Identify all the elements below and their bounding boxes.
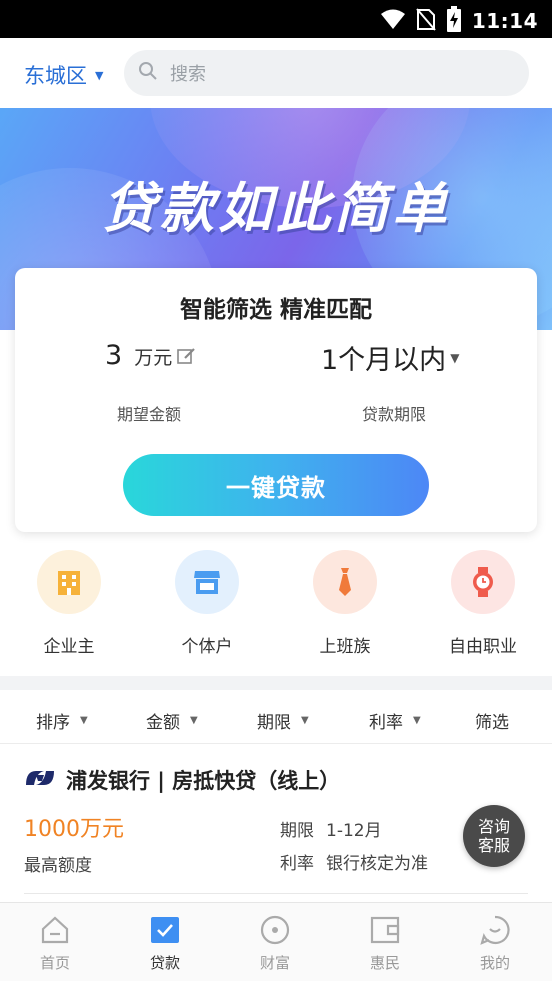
term-key: 期限 bbox=[280, 821, 314, 841]
status-bar: 11:14 bbox=[0, 0, 552, 38]
wifi-icon bbox=[380, 8, 406, 34]
nav-label: 惠民 bbox=[369, 954, 400, 972]
category-business-owner[interactable]: 企业主 bbox=[0, 550, 138, 657]
product-name: 浦发银行 | 房抵快贷（线上） bbox=[66, 769, 341, 793]
loan-check-icon bbox=[110, 913, 220, 947]
nav-home[interactable]: 首页 bbox=[0, 913, 110, 973]
caret-down-icon: ▼ bbox=[95, 68, 104, 82]
category-freelancer[interactable]: 自由职业 bbox=[414, 550, 552, 657]
home-icon bbox=[0, 913, 110, 947]
product-amount-label: 最高额度 bbox=[24, 856, 92, 876]
list-divider bbox=[24, 893, 528, 894]
amount-unit: 万元 bbox=[134, 347, 173, 369]
status-time: 11:14 bbox=[471, 9, 538, 33]
tie-icon bbox=[313, 550, 377, 614]
filter-term[interactable]: 期限 ▼ bbox=[257, 708, 309, 733]
category-label: 上班族 bbox=[319, 637, 371, 657]
product-max-amount: 1000万元 bbox=[24, 817, 124, 842]
no-sim-icon bbox=[416, 7, 436, 35]
filter-rate[interactable]: 利率 ▼ bbox=[369, 708, 421, 733]
one-click-loan-button[interactable]: 一键贷款 bbox=[123, 454, 429, 516]
filter-label: 筛选 bbox=[475, 713, 509, 733]
city-label: 东城区 bbox=[24, 64, 87, 88]
filter-label: 利率 bbox=[369, 713, 403, 733]
rate-value: 银行核定为准 bbox=[326, 854, 428, 874]
caret-down-icon: ▼ bbox=[413, 715, 421, 726]
category-office-worker[interactable]: 上班族 bbox=[276, 550, 414, 657]
caret-down-icon: ▼ bbox=[450, 350, 460, 365]
watch-icon bbox=[451, 550, 515, 614]
shop-icon bbox=[175, 550, 239, 614]
banner-title: 贷款如此简单 bbox=[102, 177, 450, 240]
customer-service-button[interactable]: 咨询 客服 bbox=[463, 805, 525, 867]
nav-label: 首页 bbox=[39, 954, 70, 972]
filter-label: 排序 bbox=[36, 713, 70, 733]
bottom-nav: 首页 贷款 财富 惠民 我的 bbox=[0, 902, 552, 981]
consult-line2: 客服 bbox=[477, 836, 510, 855]
profile-icon bbox=[440, 913, 550, 947]
rate-key: 利率 bbox=[280, 854, 314, 874]
nav-label: 我的 bbox=[479, 954, 510, 972]
card-title: 智能筛选 精准匹配 bbox=[179, 297, 372, 323]
product-term: 期限 1-12月 bbox=[280, 816, 382, 841]
category-label: 企业主 bbox=[43, 637, 95, 657]
category-label: 个体户 bbox=[181, 637, 233, 657]
term-value: 1-12月 bbox=[326, 821, 382, 841]
product-title: 浦发银行 | 房抵快贷（线上） bbox=[24, 765, 340, 795]
nav-label: 贷款 bbox=[149, 954, 180, 972]
city-selector[interactable]: 东城区 ▼ bbox=[24, 60, 103, 90]
category-self-employed[interactable]: 个体户 bbox=[138, 550, 276, 657]
amount-field[interactable]: 3 万元 bbox=[105, 340, 196, 371]
battery-charging-icon bbox=[446, 6, 462, 36]
caret-down-icon: ▼ bbox=[301, 715, 309, 726]
consult-line1: 咨询 bbox=[477, 817, 510, 836]
nav-profile[interactable]: 我的 bbox=[440, 913, 550, 973]
edit-icon[interactable] bbox=[176, 346, 196, 370]
filter-sort[interactable]: 排序 ▼ bbox=[36, 708, 88, 733]
caret-down-icon: ▼ bbox=[190, 715, 198, 726]
caret-down-icon: ▼ bbox=[80, 715, 88, 726]
spdb-logo-icon bbox=[24, 767, 56, 794]
filter-bar: 排序 ▼ 金额 ▼ 期限 ▼ 利率 ▼ 筛选 bbox=[0, 690, 552, 744]
filter-label: 期限 bbox=[257, 713, 291, 733]
building-icon bbox=[37, 550, 101, 614]
filter-label: 金额 bbox=[146, 713, 180, 733]
search-input[interactable]: 搜索 bbox=[124, 50, 529, 96]
nav-wealth[interactable]: 财富 bbox=[220, 913, 330, 973]
wealth-icon bbox=[220, 913, 330, 947]
section-divider bbox=[0, 676, 552, 690]
amount-label: 期望金额 bbox=[117, 405, 182, 424]
nav-benefits[interactable]: 惠民 bbox=[330, 913, 440, 973]
nav-label: 财富 bbox=[259, 954, 290, 972]
term-selector[interactable]: 1个月以内 ▼ bbox=[321, 338, 459, 377]
header: 东城区 ▼ 搜索 bbox=[0, 38, 552, 108]
search-icon bbox=[138, 61, 158, 85]
product-rate: 利率 银行核定为准 bbox=[280, 849, 428, 874]
nav-loan[interactable]: 贷款 bbox=[110, 913, 220, 973]
loan-match-card: 智能筛选 精准匹配 3 万元 1个月以内 ▼ 期望金额 贷款期限 一键贷款 bbox=[15, 268, 537, 532]
category-label: 自由职业 bbox=[449, 637, 517, 657]
wallet-icon bbox=[330, 913, 440, 947]
filter-screen[interactable]: 筛选 bbox=[475, 708, 509, 733]
filter-amount[interactable]: 金额 ▼ bbox=[146, 708, 198, 733]
term-label: 贷款期限 bbox=[362, 405, 427, 424]
search-placeholder: 搜索 bbox=[170, 64, 206, 85]
term-value: 1个月以内 bbox=[321, 345, 447, 376]
amount-value: 3 bbox=[105, 340, 123, 371]
loan-product-card[interactable]: 浦发银行 | 房抵快贷（线上） 1000万元 最高额度 期限 1-12月 利率 银行… bbox=[0, 745, 552, 897]
